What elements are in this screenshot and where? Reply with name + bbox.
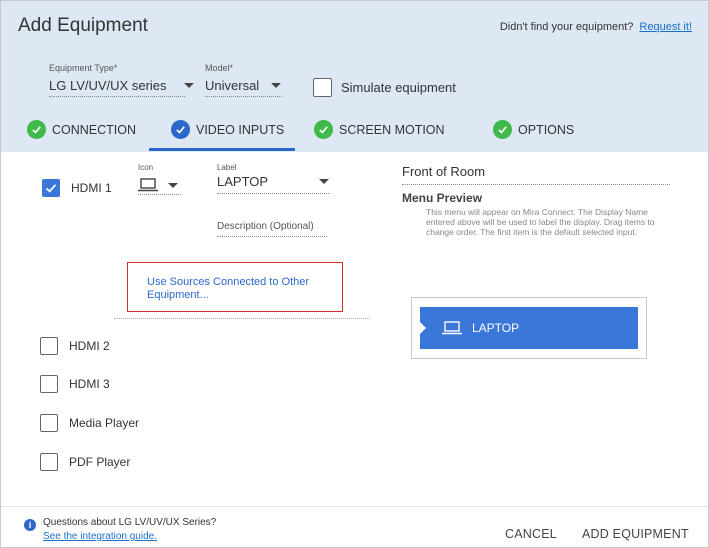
description-input[interactable]: Description (Optional) <box>217 221 327 237</box>
checkbox-box[interactable] <box>40 375 58 393</box>
input-label: PDF Player <box>69 455 131 469</box>
label-value: LAPTOP <box>217 174 269 189</box>
chevron-down-icon <box>319 179 329 184</box>
model-label: Model* <box>205 63 234 73</box>
input-hdmi3-checkbox[interactable]: HDMI 3 <box>40 375 110 393</box>
checkbox-box[interactable] <box>313 78 332 97</box>
input-media-player-checkbox[interactable]: Media Player <box>40 414 139 432</box>
equipment-type-label: Equipment Type* <box>49 63 118 73</box>
dialog-title: Add Equipment <box>18 15 148 36</box>
input-label: Media Player <box>69 416 140 430</box>
laptop-icon <box>442 321 462 335</box>
display-name-field[interactable]: Front of Room <box>402 164 670 185</box>
equipment-type-select[interactable]: Equipment Type* LG LV/UV/UX series <box>49 63 194 97</box>
use-sources-link[interactable]: Use Sources Connected to Other Equipment… <box>127 262 343 312</box>
label-select-label: Label <box>217 163 237 172</box>
add-equipment-dialog: Add Equipment Didn't find your equipment… <box>0 0 709 548</box>
input-hdmi2-checkbox[interactable]: HDMI 2 <box>40 337 110 355</box>
checkbox-checked[interactable] <box>42 179 60 197</box>
laptop-icon <box>138 178 158 192</box>
equipment-type-value: LG LV/UV/UX series <box>49 78 167 93</box>
cancel-button[interactable]: CANCEL <box>505 527 557 541</box>
chevron-down-icon <box>183 83 194 88</box>
tab-video-inputs[interactable]: VIDEO INPUTS <box>171 120 284 139</box>
checkbox-box[interactable] <box>40 453 58 471</box>
input-label: HDMI 1 <box>71 181 112 195</box>
add-equipment-button[interactable]: ADD EQUIPMENT <box>582 527 689 541</box>
simulate-equipment-checkbox[interactable]: Simulate equipment <box>313 78 456 97</box>
tab-screen-motion[interactable]: SCREEN MOTION <box>314 120 445 139</box>
preview-item-label: LAPTOP <box>472 321 520 335</box>
preview-item-laptop[interactable]: LAPTOP <box>420 307 638 349</box>
request-it-link[interactable]: Request it! <box>639 21 692 33</box>
check-circle-icon <box>171 120 190 139</box>
chevron-down-icon <box>271 83 282 88</box>
icon-select[interactable]: Icon <box>138 163 181 195</box>
divider <box>114 318 370 319</box>
tab-label: SCREEN MOTION <box>339 122 445 137</box>
input-pdf-player-checkbox[interactable]: PDF Player <box>40 453 130 471</box>
checkbox-box[interactable] <box>40 414 58 432</box>
tab-label: CONNECTION <box>52 122 137 137</box>
active-tab-indicator <box>149 148 295 151</box>
model-select[interactable]: Model* Universal <box>205 63 282 97</box>
simulate-equipment-label: Simulate equipment <box>341 80 456 95</box>
model-value: Universal <box>205 78 260 93</box>
chevron-down-icon <box>168 182 178 188</box>
missing-equipment-text: Didn't find your equipment? <box>499 21 634 33</box>
input-label: HDMI 2 <box>69 339 110 353</box>
menu-preview-description: This menu will appear on Mira Connect. T… <box>426 207 655 237</box>
tab-label: OPTIONS <box>518 122 575 137</box>
check-circle-icon <box>314 120 333 139</box>
tab-options[interactable]: OPTIONS <box>493 120 574 139</box>
tab-label: VIDEO INPUTS <box>196 122 285 137</box>
label-select[interactable]: Label LAPTOP <box>217 163 329 194</box>
icon-select-label: Icon <box>138 163 154 172</box>
input-label: HDMI 3 <box>69 377 110 391</box>
check-circle-icon <box>493 120 512 139</box>
integration-guide-link[interactable]: See the integration guide. <box>43 531 157 542</box>
step-tabs: CONNECTION VIDEO INPUTS SCREEN MOTION OP… <box>1 114 708 152</box>
check-circle-icon <box>27 120 46 139</box>
dialog-header: Add Equipment Didn't find your equipment… <box>1 1 708 152</box>
tab-connection[interactable]: CONNECTION <box>27 120 136 139</box>
integration-question: Questions about LG LV/UV/UX Series? <box>43 517 217 528</box>
missing-equipment-note: Didn't find your equipment? Request it! <box>500 21 692 33</box>
info-icon: i <box>24 519 36 531</box>
input-hdmi1-checkbox[interactable]: HDMI 1 <box>42 179 112 197</box>
caret-right-icon <box>420 322 426 334</box>
menu-preview-title: Menu Preview <box>402 191 483 205</box>
menu-preview-box: LAPTOP <box>411 297 647 359</box>
footer-divider <box>1 506 708 507</box>
checkbox-box[interactable] <box>40 337 58 355</box>
